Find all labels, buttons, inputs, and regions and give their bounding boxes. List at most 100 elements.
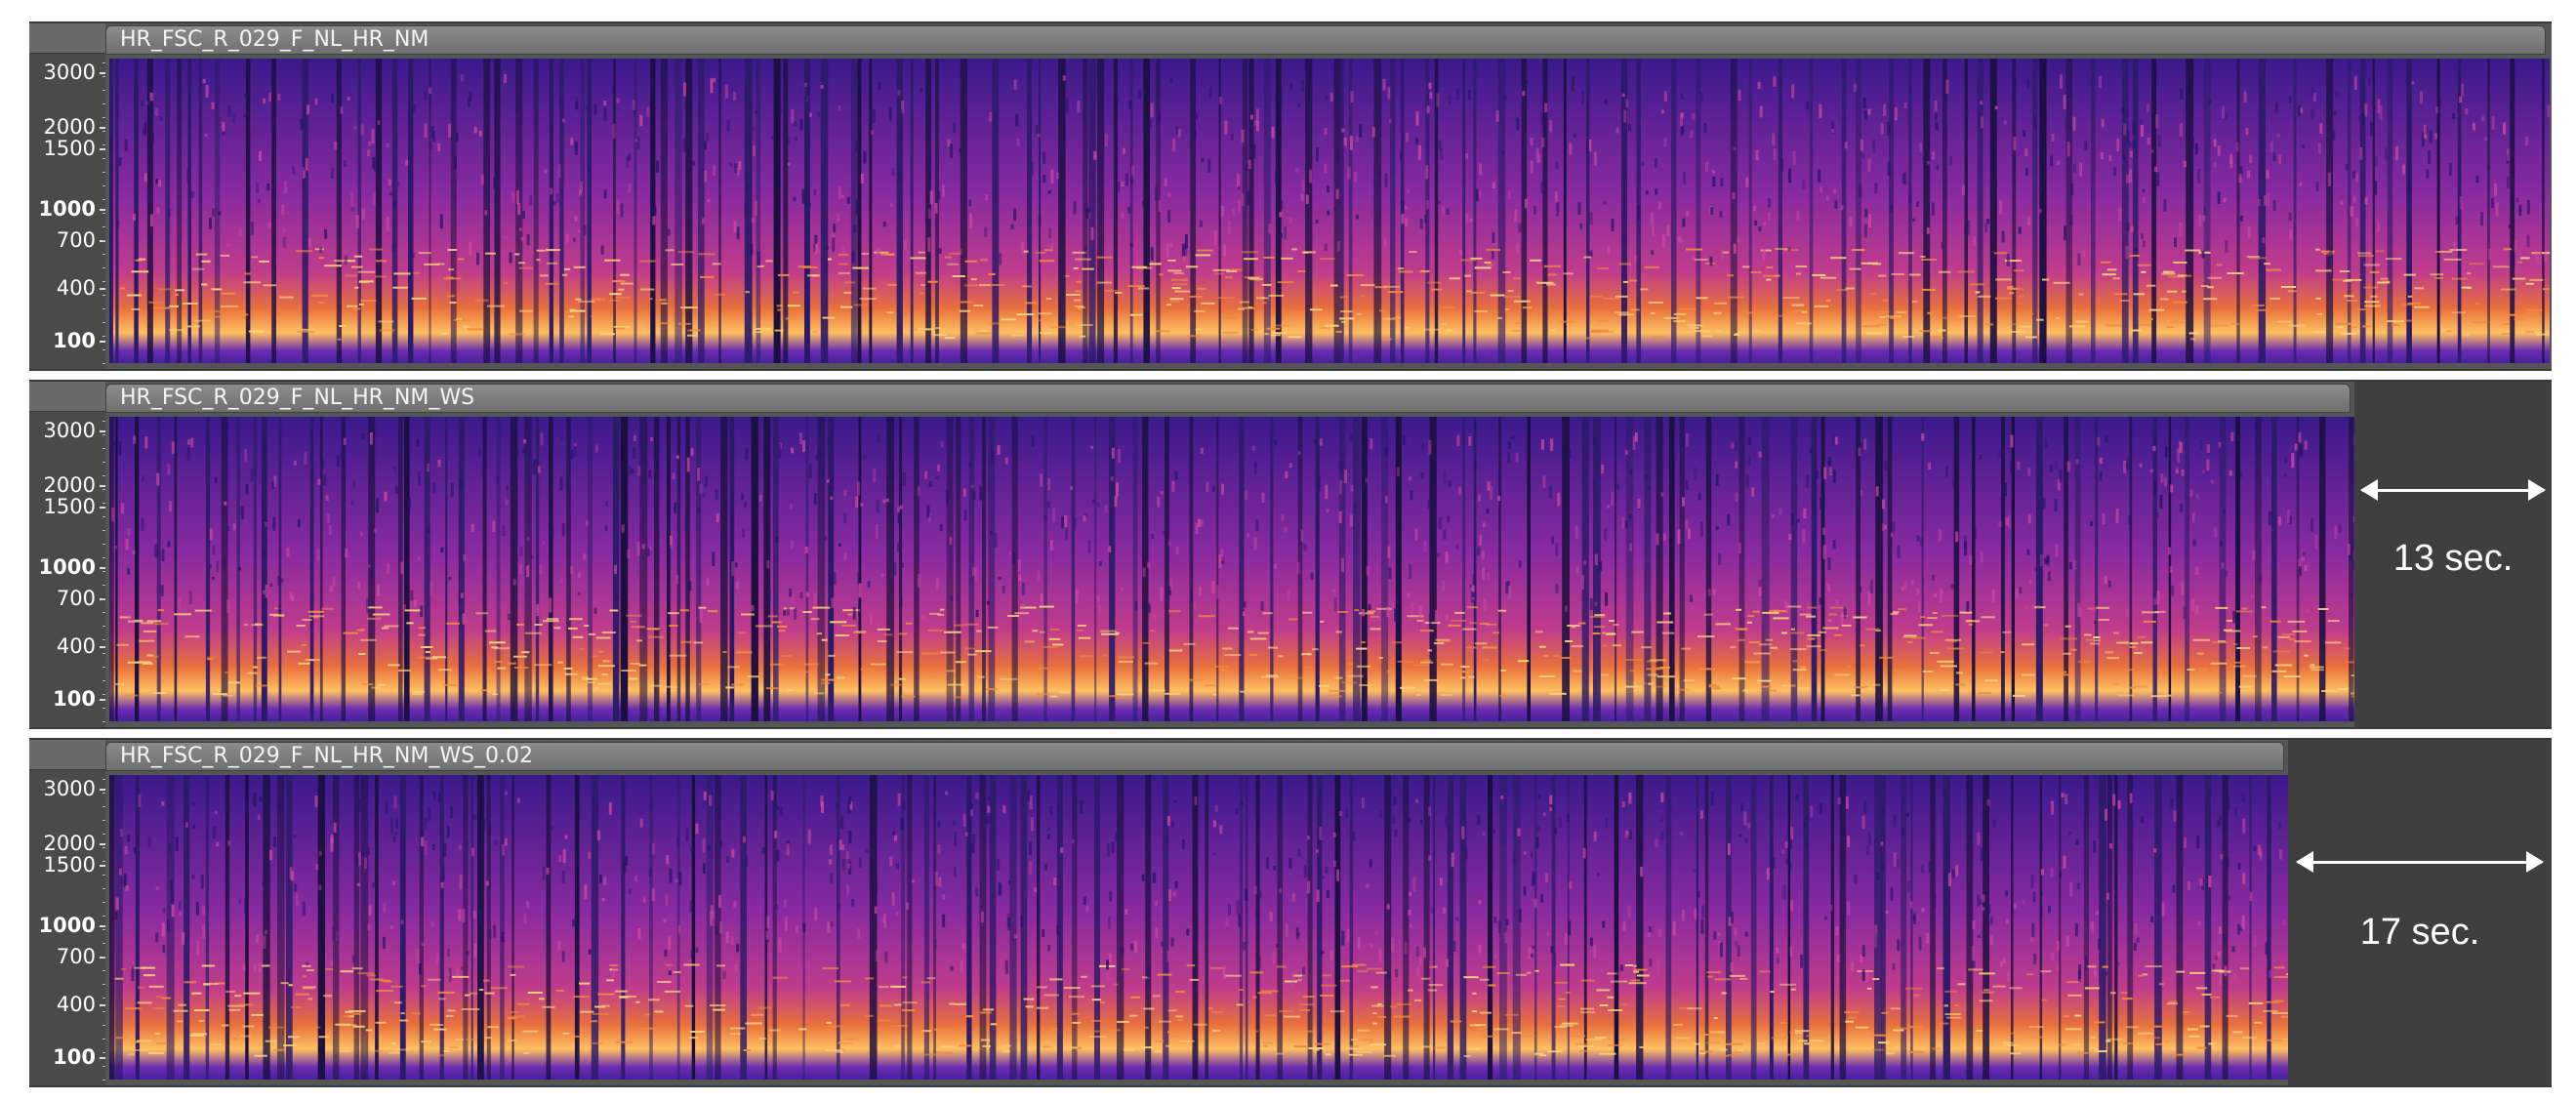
spectrogram-speckle <box>1621 516 1625 529</box>
spectrogram-harmonic <box>2184 274 2192 277</box>
track-1[interactable]: 3000 2000 1500 1000 700 400 100 HR_FSC_R_029_F… <box>29 21 2552 371</box>
track-2[interactable]: 3000 2000 1500 1000 700 400 100 HR_FSC_R_029_F… <box>29 380 2552 729</box>
spectrogram-speckle <box>424 840 428 855</box>
spectrogram-harmonic <box>731 683 744 686</box>
spectrogram-harmonic <box>1651 311 1656 314</box>
spectrogram-pause <box>740 775 747 1080</box>
spectrogram-harmonic <box>2228 1053 2242 1056</box>
frequency-minor-tick <box>102 144 105 145</box>
spectrogram-harmonic <box>1574 1042 1590 1045</box>
spectrogram-harmonic <box>954 696 968 699</box>
spectrogram-harmonic <box>798 1028 807 1031</box>
spectrogram-pause <box>1011 417 1018 721</box>
spectrogram-speckle <box>526 233 530 246</box>
track-title-bar[interactable]: HR_FSC_R_029_F_NL_HR_NM <box>105 25 2546 55</box>
spectrogram-harmonic <box>296 625 306 627</box>
spectrogram-harmonic <box>599 333 615 336</box>
frequency-tick <box>100 699 105 701</box>
spectrogram-speckle <box>2128 143 2132 147</box>
spectrogram-harmonic <box>1193 1023 1207 1026</box>
spectrogram-speckle <box>814 235 818 244</box>
track-3[interactable]: 3000 2000 1500 1000 700 400 100 HR_FSC_R_029_F… <box>29 738 2552 1087</box>
spectrogram-harmonic <box>1849 1016 1858 1019</box>
spectrogram-speckle <box>209 217 212 229</box>
spectrogram-harmonic <box>1149 630 1156 632</box>
spectrogram[interactable] <box>109 417 2354 721</box>
spectrogram-harmonic <box>2182 290 2187 293</box>
spectrogram-speckle <box>376 498 380 513</box>
spectrogram-harmonic <box>1612 644 1621 647</box>
spectrogram-harmonic <box>431 656 446 659</box>
spectrogram-speckle <box>761 847 765 854</box>
spectrogram-speckle <box>1863 800 1867 814</box>
spectrogram-harmonic <box>2242 1037 2257 1040</box>
spectrogram-harmonic <box>352 307 361 310</box>
track-title-bar[interactable]: HR_FSC_R_029_F_NL_HR_NM_WS <box>105 384 2351 413</box>
spectrogram-harmonic <box>1876 323 1888 326</box>
spectrogram-speckle <box>1047 190 1051 194</box>
spectrogram-speckle <box>2129 169 2132 184</box>
spectrogram-speckle <box>820 795 824 807</box>
spectrogram-speckle <box>111 507 115 522</box>
spectrogram-speckle <box>758 495 762 502</box>
spectrogram-speckle <box>600 245 604 255</box>
spectrogram-speckle <box>1901 586 1904 591</box>
spectrogram-harmonic <box>2132 329 2142 332</box>
spectrogram-speckle <box>2484 137 2488 142</box>
spectrogram-harmonic <box>1640 288 1649 291</box>
frequency-tick <box>100 485 105 487</box>
spectrogram-harmonic <box>1618 313 1634 316</box>
spectrogram-harmonic <box>146 654 154 657</box>
spectrogram-speckle <box>1174 881 1178 888</box>
spectrogram-speckle <box>1353 502 1357 514</box>
spectrogram-speckle <box>900 817 904 831</box>
spectrogram-harmonic <box>153 623 169 626</box>
spectrogram-harmonic <box>1927 617 1938 620</box>
spectrogram-speckle <box>1836 955 1840 962</box>
spectrogram-harmonic <box>446 622 460 625</box>
spectrogram-harmonic <box>485 252 496 255</box>
spectrogram-speckle <box>307 238 311 247</box>
spectrogram-harmonic <box>1968 968 1983 971</box>
spectrogram-speckle <box>2195 566 2199 575</box>
spectrogram-harmonic <box>1530 259 1541 262</box>
spectrogram-harmonic <box>2226 619 2233 622</box>
spectrogram-harmonic <box>1400 686 1415 689</box>
spectrogram-pause <box>109 59 113 363</box>
spectrogram-harmonic <box>579 982 591 985</box>
spectrogram-speckle <box>1982 907 1985 912</box>
spectrogram[interactable] <box>109 59 2550 363</box>
spectrogram-speckle <box>790 503 793 510</box>
track-title-bar[interactable]: HR_FSC_R_029_F_NL_HR_NM_WS_0.02 <box>105 742 2284 771</box>
spectrogram-pause <box>1488 775 1493 1080</box>
spectrogram-speckle <box>484 210 488 216</box>
spectrogram-harmonic <box>1457 671 1474 673</box>
spectrogram-speckle <box>408 498 411 509</box>
spectrogram-harmonic <box>1782 297 1800 300</box>
spectrogram-speckle <box>2262 237 2266 244</box>
spectrogram-speckle <box>1241 193 1245 207</box>
spectrogram-harmonic <box>1441 323 1447 326</box>
spectrogram-speckle <box>1583 560 1587 565</box>
spectrogram-harmonic <box>1164 692 1180 695</box>
spectrogram[interactable] <box>109 775 2288 1080</box>
spectrogram-harmonic <box>1790 628 1795 631</box>
spectrogram-speckle <box>1324 163 1328 174</box>
spectrogram-speckle <box>2269 970 2272 978</box>
spectrogram-harmonic <box>821 678 835 681</box>
spectrogram-harmonic <box>1043 994 1059 997</box>
spectrogram-speckle <box>1415 138 1418 144</box>
frequency-minor-tick <box>102 861 105 862</box>
spectrogram-speckle <box>1167 541 1171 547</box>
spectrogram-harmonic <box>485 1037 492 1040</box>
spectrogram-speckle <box>2526 200 2530 215</box>
spectrogram-harmonic <box>747 675 759 678</box>
spectrogram-speckle <box>1832 539 1836 550</box>
spectrogram-speckle <box>893 562 897 576</box>
spectrogram-harmonic <box>568 315 575 318</box>
spectrogram-speckle <box>1767 212 1771 221</box>
spectrogram-harmonic <box>433 1028 447 1031</box>
spectrogram-speckle <box>1883 103 1886 116</box>
frequency-minor-tick <box>102 626 105 627</box>
spectrogram-harmonic <box>830 621 847 624</box>
